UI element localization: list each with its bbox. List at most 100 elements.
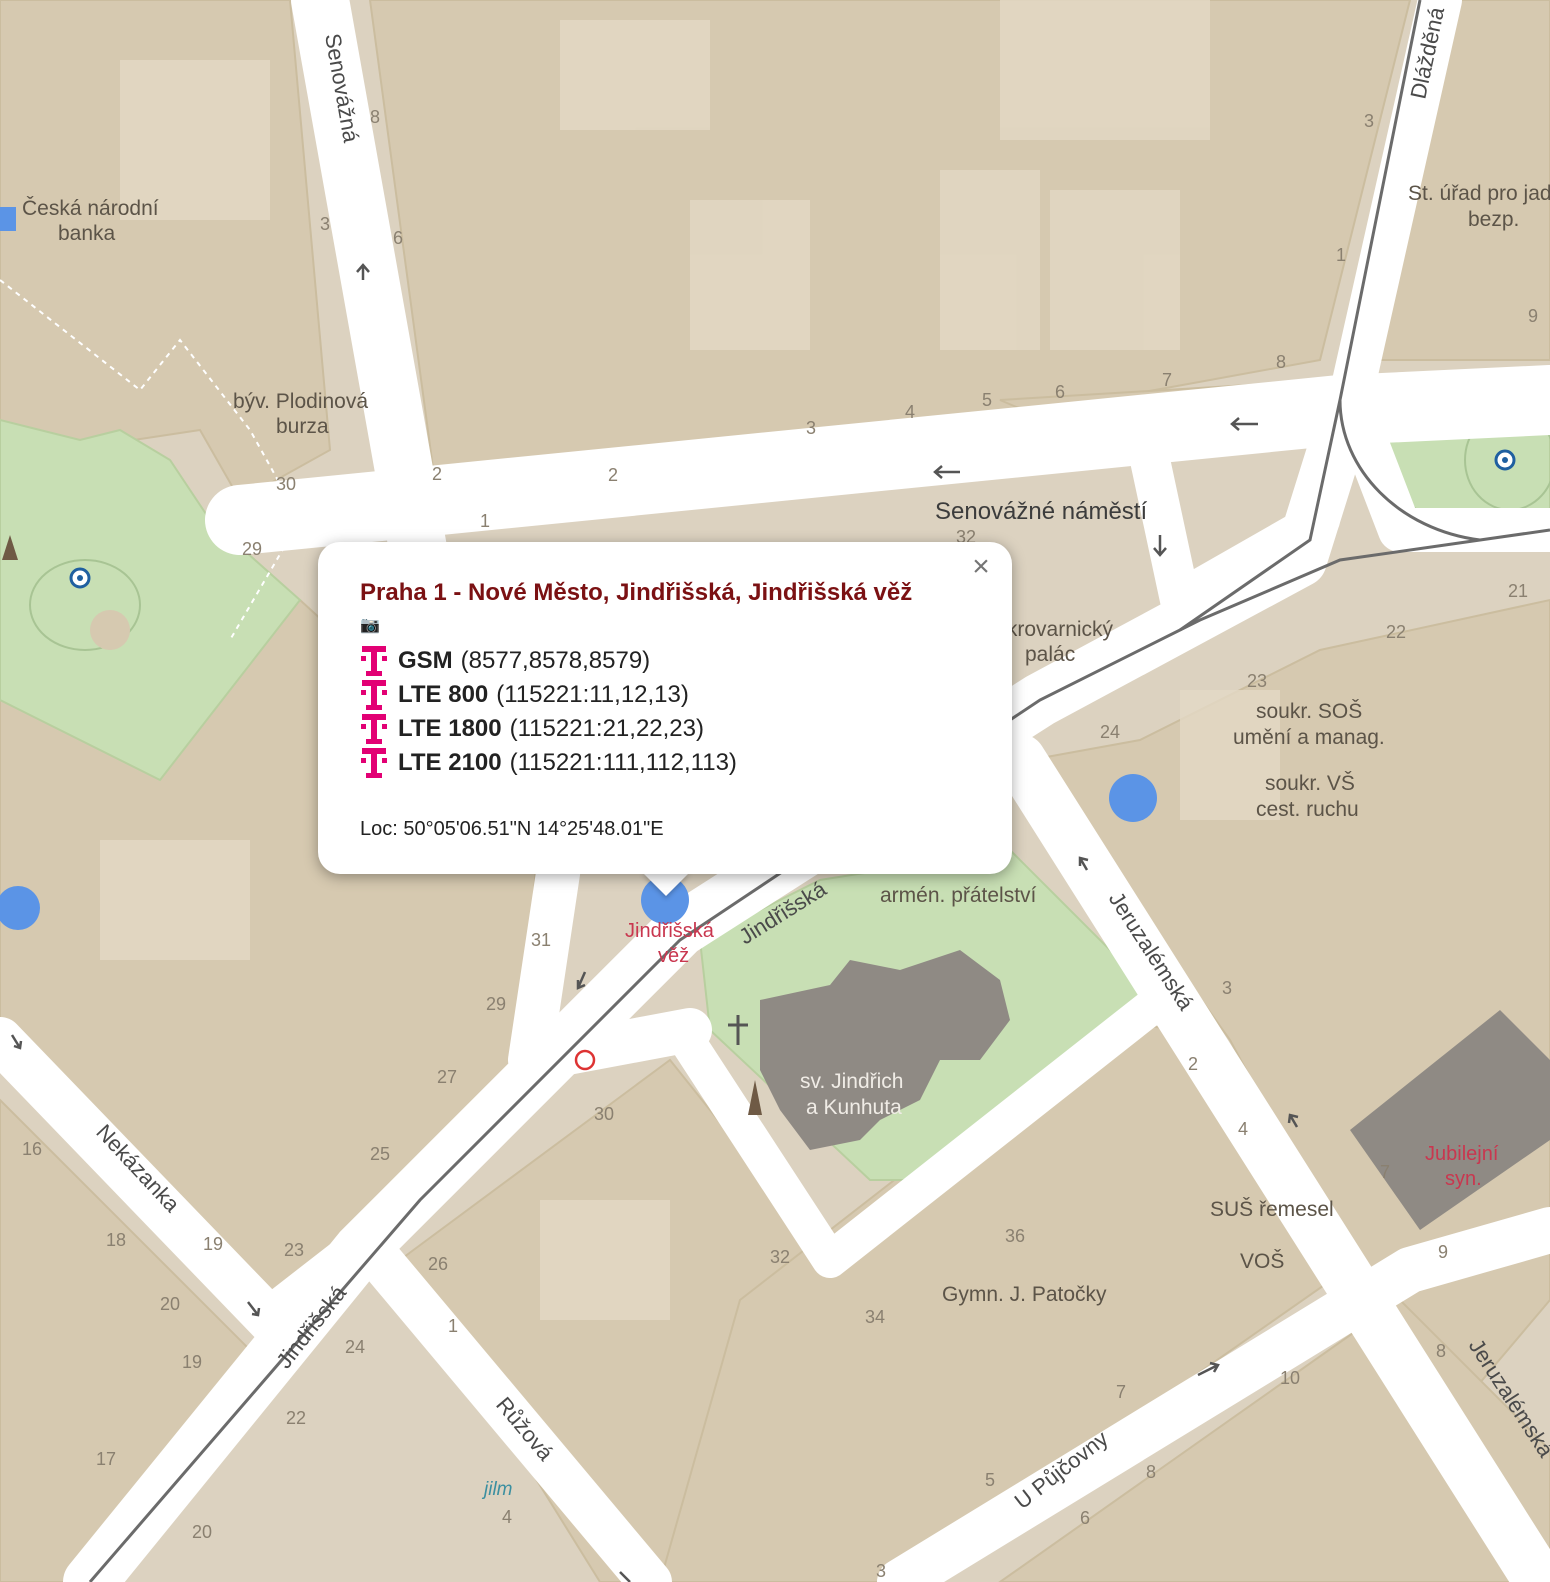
place-label: Gymn. J. Patočky <box>942 1283 1107 1306</box>
house-number: 29 <box>486 994 506 1014</box>
house-number: 27 <box>437 1067 457 1087</box>
house-number: 1 <box>448 1316 458 1336</box>
house-number: 21 <box>1508 581 1528 601</box>
house-number: 1 <box>1336 245 1346 265</box>
popup-tip <box>642 872 690 896</box>
cell-site-marker[interactable] <box>1109 774 1157 822</box>
technology-row-lte2100: LTE 2100 (115221:111,112,113) <box>360 746 970 780</box>
technology-ids: (115221:11,12,13) <box>496 681 689 708</box>
house-number: 9 <box>1438 1242 1448 1262</box>
house-number: 3 <box>1222 978 1232 998</box>
house-number: 24 <box>1100 722 1120 742</box>
house-number: 30 <box>276 474 296 494</box>
place-label: sv. Jindřich <box>800 1070 903 1093</box>
house-number: 5 <box>982 390 992 410</box>
house-number: 8 <box>370 107 380 127</box>
house-number: 18 <box>106 1230 126 1250</box>
technology-name: LTE 800 <box>398 681 489 708</box>
technology-name: LTE 1800 <box>398 715 502 742</box>
poi-label-jubilejni-syn: syn. <box>1445 1168 1482 1190</box>
house-number: 23 <box>284 1240 304 1260</box>
house-number: 10 <box>1280 1368 1300 1388</box>
house-number: 6 <box>1055 382 1065 402</box>
house-number: 3 <box>1364 111 1374 131</box>
house-number: 8 <box>1436 1341 1446 1361</box>
house-number: 3 <box>876 1561 886 1581</box>
technology-name: GSM <box>398 647 453 674</box>
place-label: palác <box>1025 643 1075 666</box>
house-number: 22 <box>286 1408 306 1428</box>
house-number: 19 <box>182 1352 202 1372</box>
viewpoint-icon <box>1494 449 1516 471</box>
technology-list: GSM (8577,8578,8579) LTE 800 (115221:11,… <box>360 644 970 780</box>
house-number: 22 <box>1386 622 1406 642</box>
house-number: 8 <box>1276 352 1286 372</box>
house-number: 7 <box>1116 1382 1126 1402</box>
place-label: soukr. SOŠ <box>1256 700 1362 723</box>
house-number: 7 <box>1162 370 1172 390</box>
place-label: Česká národní <box>22 197 159 220</box>
house-number: 4 <box>1238 1119 1248 1139</box>
place-label: bezp. <box>1468 208 1519 231</box>
house-number: 24 <box>345 1337 365 1357</box>
house-number: 25 <box>370 1144 390 1164</box>
house-number: 6 <box>393 228 403 248</box>
house-number: 4 <box>905 402 915 422</box>
close-popup-button[interactable]: × <box>964 550 998 584</box>
place-label: umění a manag. <box>1233 726 1385 749</box>
place-label: armén. přátelství <box>880 884 1037 907</box>
house-number: 30 <box>594 1104 614 1124</box>
house-number: 7 <box>1380 1162 1390 1182</box>
house-number: 1 <box>480 511 490 531</box>
house-number: 4 <box>502 1507 512 1527</box>
house-number: 31 <box>531 930 551 950</box>
place-label: St. úřad pro jad <box>1408 182 1550 205</box>
house-number: 16 <box>22 1139 42 1159</box>
square-label-senovazne-namesti: Senovážné náměstí <box>935 498 1147 525</box>
house-number: 36 <box>1005 1226 1025 1246</box>
technology-name: LTE 2100 <box>398 749 502 776</box>
house-number: 20 <box>192 1522 212 1542</box>
house-number: 23 <box>1247 671 1267 691</box>
house-number: 3 <box>320 214 330 234</box>
house-number: 6 <box>1080 1508 1090 1528</box>
technology-row-gsm: GSM (8577,8578,8579) <box>360 644 970 678</box>
technology-row-lte800: LTE 800 (115221:11,12,13) <box>360 678 970 712</box>
viewpoint-icon <box>69 567 91 589</box>
house-number: 8 <box>1146 1462 1156 1482</box>
technology-row-lte1800: LTE 1800 (115221:21,22,23) <box>360 712 970 746</box>
house-number: 19 <box>203 1234 223 1254</box>
operator-t-logo-icon <box>361 714 387 744</box>
house-number: 9 <box>1528 306 1538 326</box>
house-number: 2 <box>608 465 618 485</box>
place-label: soukr. VŠ <box>1265 772 1355 795</box>
house-number: 3 <box>806 418 816 438</box>
place-label: SUŠ řemesel <box>1210 1198 1334 1221</box>
camera-icon[interactable]: 📷 <box>360 612 970 640</box>
house-number: 34 <box>865 1307 885 1327</box>
house-number: 2 <box>1188 1054 1198 1074</box>
place-label: cest. ruchu <box>1256 798 1359 821</box>
poi-label-jindrisska-vez: Jindřišská <box>625 920 715 942</box>
technology-ids: (8577,8578,8579) <box>460 647 651 674</box>
house-number: 29 <box>242 539 262 559</box>
operator-t-logo-icon <box>361 748 387 778</box>
house-number: 32 <box>770 1247 790 1267</box>
tree-label: jilm <box>481 1479 513 1500</box>
place-label: banka <box>58 222 116 245</box>
cell-site-popup: × Praha 1 - Nové Město, Jindřišská, Jind… <box>318 542 1012 874</box>
park-fountain <box>90 610 130 650</box>
operator-t-logo-icon <box>361 680 387 710</box>
place-label: a Kunhuta <box>806 1096 902 1119</box>
operator-t-logo-icon <box>361 646 387 676</box>
location-coordinates: Loc: 50°05'06.51"N 14°25'48.01"E <box>360 818 664 840</box>
place-label: burza <box>276 415 329 438</box>
house-number: 17 <box>96 1449 116 1469</box>
technology-ids: (115221:111,112,113) <box>509 749 737 776</box>
popup-title: Praha 1 - Nové Město, Jindřišská, Jindři… <box>360 579 913 606</box>
place-label: VOŠ <box>1240 1250 1284 1273</box>
technology-ids: (115221:21,22,23) <box>509 715 704 742</box>
cell-site-marker[interactable] <box>0 207 16 231</box>
house-number: 2 <box>432 464 442 484</box>
place-label: býv. Plodinová <box>233 390 368 413</box>
